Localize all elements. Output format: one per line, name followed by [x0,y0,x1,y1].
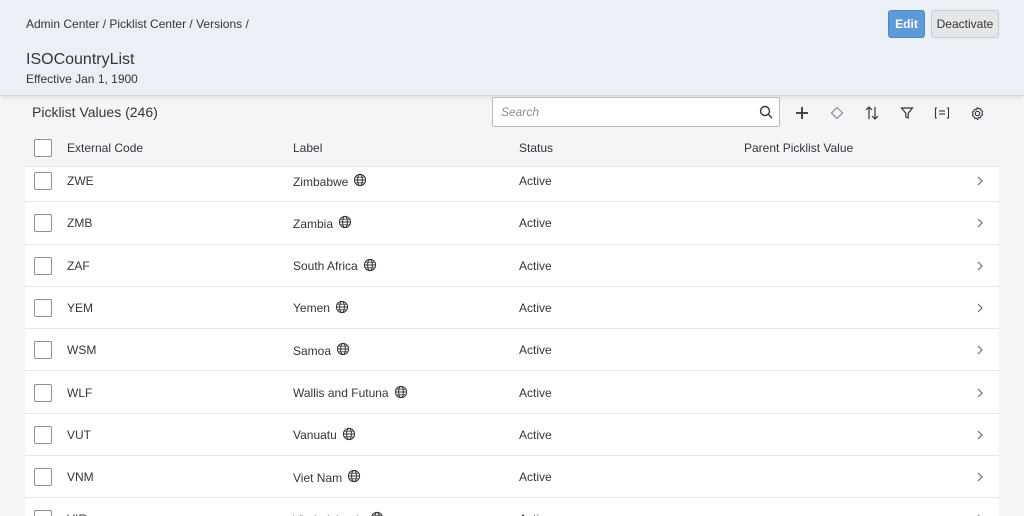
table-row[interactable]: YEM Yemen Active [25,286,999,330]
breadcrumb-item-picklist-center[interactable]: Picklist Center [109,17,186,31]
row-checkbox[interactable] [34,214,52,233]
cell-external-code: VNM [67,470,94,485]
chevron-right-icon[interactable] [976,174,984,192]
cell-label: South Africa [293,258,377,275]
cell-status: Active [519,385,552,400]
select-all-checkbox[interactable] [34,139,52,157]
cell-label-text: Zambia [293,216,334,231]
row-checkbox[interactable] [34,425,52,444]
cell-label-text: Samoa [293,343,332,358]
cell-status: Active [519,512,552,516]
cell-label-text: Viet Nam [293,470,343,485]
settings-icon[interactable] [968,104,986,122]
table-row[interactable]: WLF Wallis and Futuna Active [25,371,999,414]
table-row[interactable]: ZMB Zambia Active [25,202,999,245]
page-title: ISOCountryList [26,51,135,68]
globe-icon[interactable] [394,385,408,402]
table-row[interactable]: ZAF South Africa Active [25,244,999,287]
table-title: Picklist Values (246) [32,104,158,120]
row-checkbox[interactable] [34,256,52,275]
cell-label-text: Zimbabwe [293,174,349,189]
chevron-right-icon[interactable] [976,301,984,319]
cell-label: Zambia [293,215,352,232]
cell-status: Active [519,470,552,485]
cell-label: Vanuatu [293,427,356,444]
table-row[interactable]: WSM Samoa Active [25,329,999,372]
column-header-parent-picklist-value[interactable]: Parent Picklist Value [744,141,853,155]
chevron-right-icon[interactable] [976,343,984,361]
globe-icon[interactable] [353,173,367,190]
search-input[interactable] [501,103,751,121]
cell-status: Active [519,258,552,273]
cell-label-text: Wallis and Futuna [293,386,389,400]
table-row[interactable]: VIR Virgin Islands Active [25,498,999,516]
table-row[interactable]: VUT Vanuatu Active [25,413,999,457]
cell-external-code: YEM [67,300,94,315]
column-header-status[interactable]: Status [519,141,553,155]
globe-icon[interactable] [347,469,361,486]
globe-icon[interactable] [335,300,349,317]
chevron-right-icon[interactable] [976,470,984,488]
cell-status: Active [519,427,552,442]
cell-status: Active [519,300,552,315]
cell-label-text: Yemen [293,301,330,316]
cell-label-text: South Africa [293,259,358,274]
sort-icon[interactable] [863,104,881,122]
group-icon[interactable] [933,104,951,122]
chevron-right-icon[interactable] [976,259,984,277]
chevron-right-icon[interactable] [976,428,984,446]
row-checkbox[interactable] [34,468,52,487]
cell-label-text: Vanuatu [293,428,337,443]
cell-external-code: ZAF [67,258,90,273]
cell-external-code: ZMB [67,216,93,231]
row-checkbox[interactable] [34,341,52,360]
table-body: ZWE Zimbabwe Active ZMB Zambia Active ZAF South… [25,167,999,516]
chevron-right-icon[interactable] [976,512,984,516]
filter-icon[interactable] [898,104,916,122]
table-header: External Code Label Status Parent Pickli… [25,130,999,167]
row-checkbox[interactable] [34,172,52,190]
globe-icon[interactable] [338,215,352,232]
search-box[interactable] [492,97,780,127]
cell-status: Active [519,343,552,358]
search-icon[interactable] [759,105,773,124]
add-icon[interactable] [793,104,811,122]
row-checkbox[interactable] [34,383,52,402]
cell-external-code: WSM [67,343,97,358]
column-header-external-code[interactable]: External Code [67,141,143,155]
chevron-right-icon[interactable] [976,216,984,234]
table-toolbar: Picklist Values (246) [0,96,1024,130]
table-row[interactable]: ZWE Zimbabwe Active [25,167,999,203]
row-checkbox[interactable] [34,510,52,516]
cell-external-code: VUT [67,427,91,442]
breadcrumb-item-versions[interactable]: Versions [196,17,242,31]
cell-label: Wallis and Futuna [293,385,408,402]
cell-label: Viet Nam [293,469,361,486]
breadcrumb: Admin Center / Picklist Center / Version… [26,17,249,31]
cell-label: Yemen [293,300,349,317]
deactivate-button[interactable]: Deactivate [931,10,999,38]
edit-button[interactable]: Edit [888,10,925,38]
diamond-icon[interactable] [828,104,846,122]
breadcrumb-item-admin-center[interactable]: Admin Center [26,17,99,31]
cell-label: Virgin Islands [293,511,384,516]
page-header: Admin Center / Picklist Center / Version… [0,0,1024,96]
cell-external-code: WLF [67,385,93,400]
column-header-label[interactable]: Label [293,141,322,155]
cell-external-code: ZWE [67,174,94,188]
cell-status: Active [519,216,552,231]
cell-status: Active [519,174,552,188]
effective-date: Effective Jan 1, 1900 [26,72,138,86]
table-row[interactable]: VNM Viet Nam Active [25,456,999,499]
globe-icon[interactable] [342,427,356,444]
chevron-right-icon[interactable] [976,386,984,404]
globe-icon[interactable] [336,342,350,359]
cell-external-code: VIR [67,512,87,516]
globe-icon[interactable] [363,258,377,275]
cell-label: Zimbabwe [293,173,367,190]
row-checkbox[interactable] [34,298,52,317]
cell-label: Samoa [293,342,350,359]
globe-icon[interactable] [370,511,384,516]
